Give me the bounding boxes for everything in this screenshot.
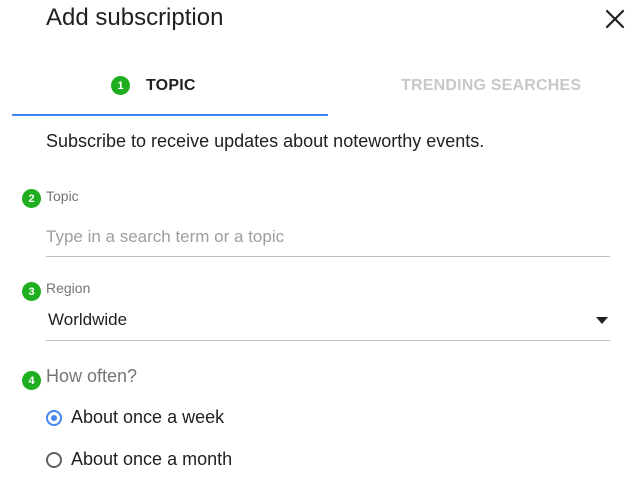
tab-trending-searches[interactable]: TRENDING SEARCHES — [328, 64, 631, 116]
region-label: Region — [46, 280, 91, 296]
frequency-label: How often? — [46, 366, 138, 386]
topic-underline — [46, 256, 610, 257]
caret-down-icon — [596, 317, 608, 324]
close-button[interactable] — [600, 4, 630, 34]
step-badge-2: 2 — [22, 189, 41, 208]
step-badge-1: 1 — [111, 76, 130, 95]
region-underline — [46, 340, 610, 341]
tab-trending-label: TRENDING SEARCHES — [401, 77, 582, 94]
region-value: Worldwide — [48, 310, 128, 329]
tab-topic-label: TOPIC — [146, 76, 196, 94]
radio-label-weekly: About once a week — [71, 407, 225, 427]
radio-unchecked-icon[interactable] — [46, 451, 62, 468]
topic-label: Topic — [46, 188, 79, 204]
dialog-title: Add subscription — [46, 4, 224, 31]
radio-option-monthly[interactable]: About once a month — [46, 449, 232, 470]
close-icon — [605, 9, 625, 29]
radio-checked-icon[interactable] — [46, 409, 62, 426]
tab-topic[interactable]: 1 TOPIC — [12, 64, 328, 116]
radio-label-monthly: About once a month — [71, 449, 233, 469]
region-select[interactable]: Worldwide — [46, 306, 610, 338]
step-badge-3: 3 — [22, 282, 41, 301]
step-badge-4: 4 — [22, 371, 41, 390]
dialog-description: Subscribe to receive updates about notew… — [46, 131, 485, 151]
topic-input[interactable] — [46, 222, 606, 252]
radio-option-weekly[interactable]: About once a week — [46, 407, 224, 428]
active-tab-indicator — [12, 114, 328, 116]
